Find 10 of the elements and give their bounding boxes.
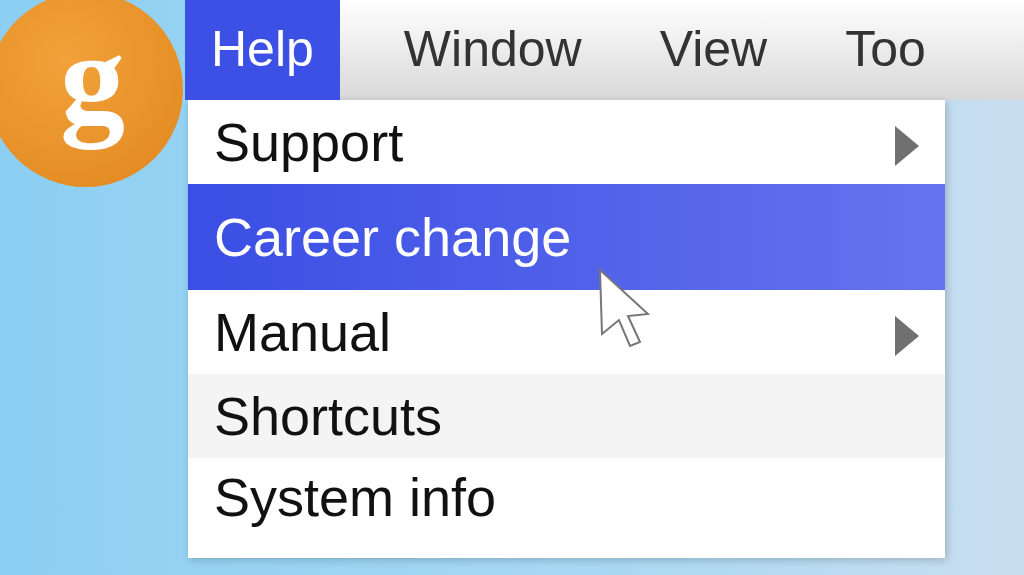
cursor-icon	[598, 268, 650, 348]
menu-item[interactable]: System info	[188, 458, 945, 558]
menu-item[interactable]: Manual	[188, 290, 945, 374]
menu-bar-item[interactable]: View	[659, 0, 768, 100]
menu-item[interactable]: Support	[188, 100, 945, 184]
menu-bar-item[interactable]: Help	[185, 0, 340, 100]
menu-item[interactable]: Shortcuts	[188, 374, 945, 458]
menu-bar-item[interactable]: Window	[403, 0, 582, 100]
logo: g	[0, 0, 183, 187]
menu-bar-item[interactable]: Too	[845, 0, 926, 100]
